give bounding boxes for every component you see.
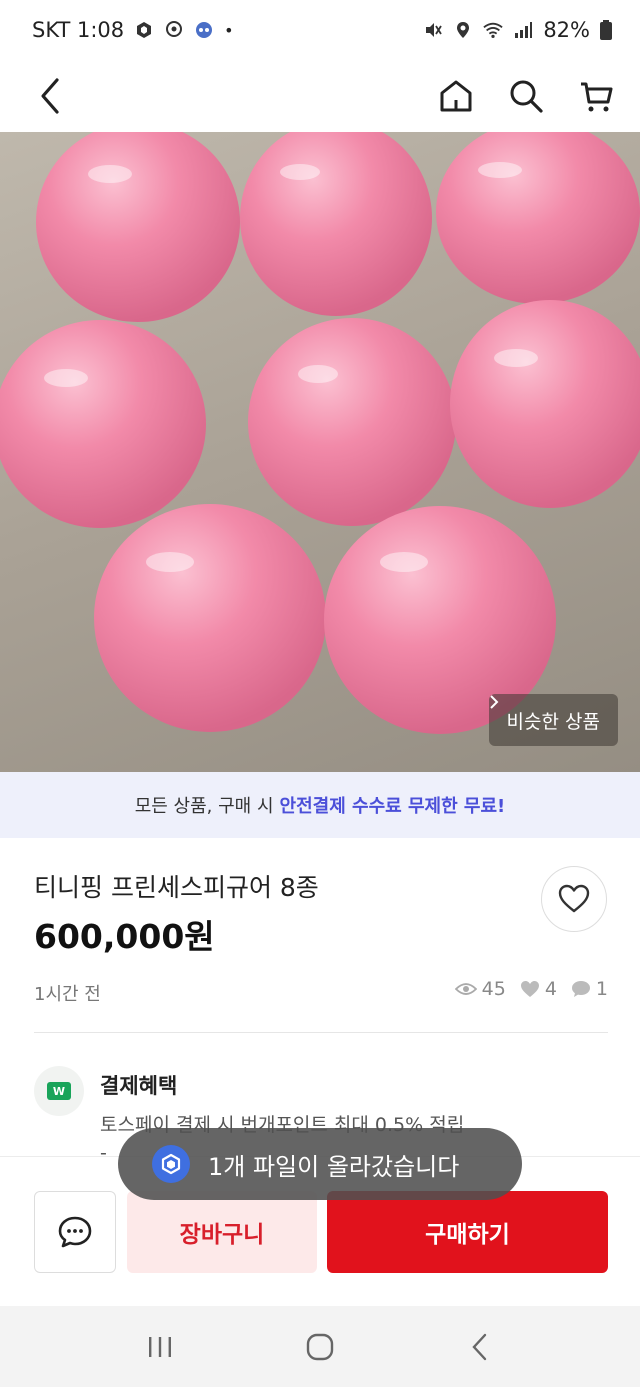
views-count: 45 — [481, 978, 506, 1000]
cart-button[interactable] — [576, 76, 616, 116]
add-to-cart-button[interactable]: 장바구니 — [127, 1191, 317, 1273]
safe-payment-banner[interactable]: 모든 상품, 구매 시 안전결제 수수료 무제한 무료! — [0, 772, 640, 838]
home-system-button[interactable] — [295, 1322, 345, 1372]
nav-actions — [436, 76, 616, 116]
battery-percent: 82% — [543, 18, 590, 42]
upload-toast: 1개 파일이 올라갔습니다 — [118, 1128, 522, 1200]
cart-icon — [581, 82, 613, 112]
promo-prefix: 모든 상품, 구매 시 — [134, 796, 274, 817]
heart-icon — [558, 884, 590, 913]
home-icon — [440, 80, 472, 112]
similar-products-button[interactable]: 비슷한 상품 — [488, 694, 618, 746]
product-photo — [0, 132, 640, 734]
capsule-balls — [0, 132, 640, 734]
likes-stat: 4 — [520, 978, 557, 1000]
cube-icon — [161, 1153, 181, 1175]
recent-apps-icon — [149, 1336, 171, 1357]
similar-products-label: 비슷한 상품 — [506, 710, 600, 733]
toast-message: 1개 파일이 올라갔습니다 — [208, 1152, 460, 1181]
status-left: SKT 1:08 • — [32, 18, 234, 42]
product-price: 600,000원 — [34, 917, 215, 956]
game-notification-icon — [196, 22, 213, 38]
mute-icon — [426, 23, 443, 37]
posted-time: 1시간 전 — [34, 984, 101, 1005]
carrier-time: SKT 1:08 — [32, 18, 125, 42]
chats-stat: 1 — [571, 978, 608, 1000]
chat-stat-icon — [571, 981, 590, 997]
benefit-title: 결제혜택 — [100, 1074, 178, 1098]
status-right: 82% — [423, 18, 612, 42]
payment-benefit-logo: W — [34, 1066, 84, 1116]
more-notifications-dot: • — [224, 20, 234, 40]
wifi-icon — [483, 22, 503, 38]
product-image[interactable]: 비슷한 상품 — [0, 132, 640, 772]
buy-now-button[interactable]: 구매하기 — [327, 1191, 608, 1273]
divider — [34, 1032, 608, 1033]
eye-icon — [454, 983, 477, 995]
top-nav — [0, 60, 640, 132]
signal-icon — [515, 22, 533, 38]
promo-highlight: 안전결제 수수료 무제한 무료! — [279, 796, 506, 817]
views-stat: 45 — [454, 978, 506, 1000]
back-button[interactable] — [30, 76, 70, 116]
likes-count: 4 — [544, 978, 557, 1000]
recent-apps-button[interactable] — [135, 1322, 185, 1372]
product-stats: 45 4 1 — [447, 978, 608, 1000]
location-icon — [457, 22, 470, 38]
chevron-left-icon — [41, 78, 59, 114]
chevron-right-icon — [489, 695, 498, 709]
heart-stat-icon — [520, 981, 539, 997]
status-bar: SKT 1:08 • 82% — [0, 0, 640, 60]
chats-count: 1 — [595, 978, 608, 1000]
back-system-icon — [472, 1333, 487, 1360]
home-circle-icon — [306, 1333, 334, 1360]
wishlist-button[interactable] — [541, 866, 607, 932]
app-notification-icon — [137, 22, 152, 38]
system-nav-bar — [0, 1306, 640, 1387]
location-notification-icon — [166, 21, 183, 37]
chat-button[interactable] — [34, 1191, 116, 1273]
search-button[interactable] — [506, 76, 546, 116]
upload-app-icon — [152, 1145, 190, 1183]
benefit-logo-mark: W — [47, 1082, 71, 1100]
chat-icon — [58, 1216, 92, 1248]
search-icon — [510, 80, 543, 113]
back-system-button[interactable] — [455, 1322, 505, 1372]
product-title: 티니핑 프린세스피규어 8종 — [34, 873, 319, 902]
battery-icon — [600, 20, 612, 40]
home-button[interactable] — [436, 76, 476, 116]
